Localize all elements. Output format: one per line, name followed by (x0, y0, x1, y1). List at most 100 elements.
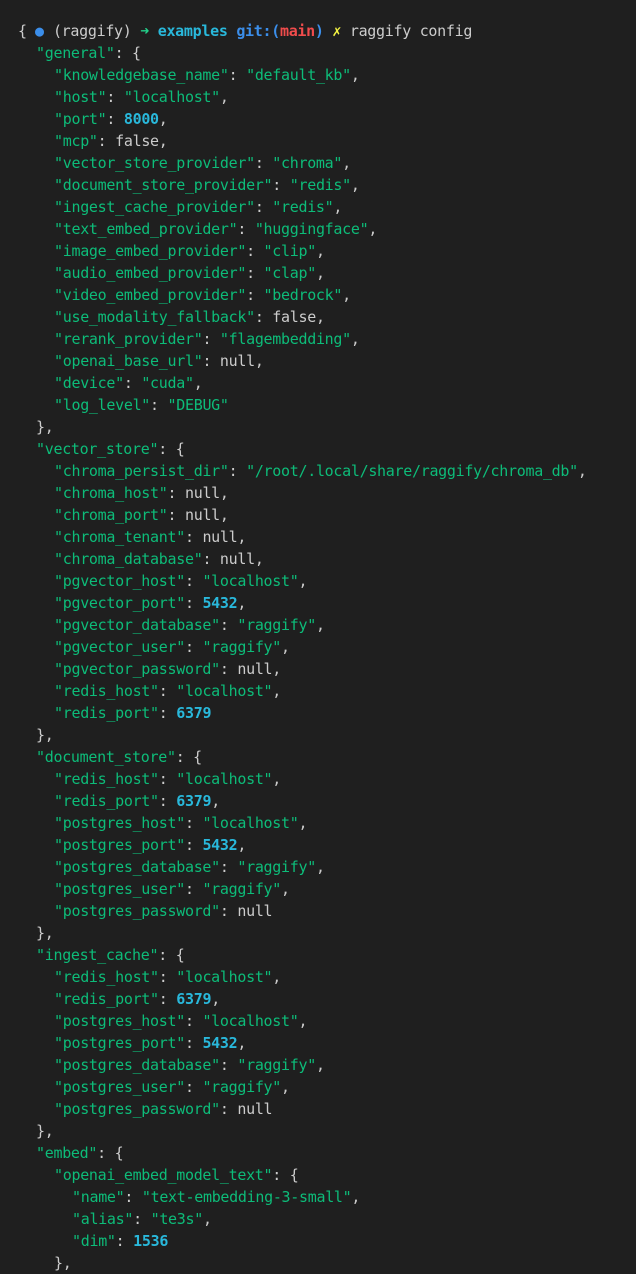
output-line: "postgres_password": null (54, 900, 273, 922)
json-number-value: 6379 (176, 792, 212, 810)
json-comma: , (577, 462, 587, 480)
json-colon: : (202, 352, 220, 370)
json-open-brace: { (132, 44, 141, 62)
json-key: "postgres_database" (54, 1056, 220, 1074)
json-key: "log_level" (54, 396, 151, 414)
json-number-value: 5432 (202, 1034, 238, 1052)
json-key: "pgvector_host" (54, 572, 185, 590)
output-line: "text_embed_provider": "huggingface", (54, 218, 377, 240)
json-colon: : (97, 132, 116, 150)
json-comma: , (333, 198, 343, 216)
json-number-value: 8000 (123, 110, 159, 128)
json-colon: : (246, 286, 264, 304)
json-comma: , (351, 1188, 361, 1206)
json-colon: : (254, 198, 273, 216)
json-key: "openai_base_url" (54, 352, 203, 370)
prompt-line: ● (raggify) ➜ examples git:(main) ✗ raggi… (0, 0, 472, 40)
json-colon: : (114, 44, 133, 62)
json-colon: : (184, 836, 203, 854)
json-colon: : (184, 1034, 203, 1052)
json-key: "redis_host" (54, 770, 159, 788)
json-colon: : (254, 154, 273, 172)
json-string-value: "raggify" (237, 1056, 316, 1074)
json-string-value: "localhost" (176, 770, 273, 788)
json-colon: : (219, 858, 238, 876)
json-string-value: "raggify" (202, 1078, 282, 1096)
json-colon: : (254, 308, 273, 326)
json-key: "chroma_host" (54, 484, 168, 502)
json-literal: null (237, 902, 273, 920)
json-key: "audio_embed_provider" (54, 264, 247, 282)
json-string-value: "redis" (272, 198, 334, 216)
json-colon: : (106, 110, 124, 128)
output-line: "dim": 1536 (72, 1230, 168, 1252)
output-line: "vector_store": { (36, 438, 185, 460)
json-colon: : (175, 748, 194, 766)
json-literal: null (202, 528, 238, 546)
json-comma: , (315, 242, 325, 260)
json-comma: , (281, 1078, 290, 1096)
json-open-brace: { (289, 1166, 299, 1184)
json-colon: : (184, 814, 203, 832)
json-string-value: "/root/.local/share/raggify/chroma_db" (246, 462, 578, 480)
json-colon: : (167, 484, 185, 502)
json-comma: , (298, 1012, 308, 1030)
output-line: }, (54, 1252, 72, 1274)
json-comma: , (281, 880, 290, 898)
json-comma: , (219, 484, 229, 502)
json-colon: : (158, 770, 177, 788)
json-comma: , (237, 1034, 247, 1052)
output-line: "pgvector_password": null, (54, 658, 281, 680)
output-line: "chroma_database": null, (54, 548, 264, 570)
json-comma: , (237, 528, 247, 546)
json-colon: : (202, 550, 220, 568)
output-line: "postgres_port": 5432, (54, 834, 246, 856)
output-line: "host": "localhost", (54, 86, 229, 108)
json-comma: , (237, 836, 247, 854)
json-string-value: "chroma" (272, 154, 343, 172)
json-colon: : (184, 880, 203, 898)
json-string-value: "localhost" (202, 572, 299, 590)
json-colon: : (219, 1056, 238, 1074)
prompt-command[interactable]: raggify config (350, 22, 473, 40)
output-line: "postgres_host": "localhost", (54, 812, 308, 834)
prompt-git-suffix: ) (314, 22, 324, 40)
terminal-window[interactable]: ● (raggify) ➜ examples git:(main) ✗ raggi… (0, 0, 636, 1272)
json-key: "device" (54, 374, 124, 392)
json-key: "chroma_tenant" (54, 528, 185, 546)
output-line: "log_level": "DEBUG" (54, 394, 229, 416)
output-line: "redis_port": 6379, (54, 790, 220, 812)
json-key: "redis_port" (54, 792, 159, 810)
json-string-value: "DEBUG" (167, 396, 229, 414)
output-line: "use_modality_fallback": false, (54, 306, 325, 328)
json-colon: : (158, 792, 177, 810)
json-key: "rerank_provider" (54, 330, 203, 348)
json-comma: , (272, 968, 282, 986)
json-comma: , (44, 1122, 54, 1140)
output-line: }, (36, 922, 54, 944)
json-comma: , (342, 286, 351, 304)
output-line: "general": { (36, 42, 141, 64)
json-open-brace: { (18, 22, 27, 40)
json-string-value: "raggify" (202, 880, 282, 898)
json-key: "document_store_provider" (54, 176, 273, 194)
json-string-value: "clap" (263, 264, 317, 282)
json-key: "host" (54, 88, 107, 106)
json-string-value: "raggify" (237, 858, 316, 876)
json-key: "image_embed_provider" (54, 242, 247, 260)
output-line: "rerank_provider": "flagembedding", (54, 328, 360, 350)
json-colon: : (237, 220, 255, 238)
json-key: "knowledgebase_name" (54, 66, 229, 84)
json-open-brace: { (114, 1144, 124, 1162)
json-comma: , (44, 726, 54, 744)
json-colon: : (219, 1100, 238, 1118)
prompt-dirty-icon: ✗ (332, 22, 342, 40)
output-line: }, (36, 724, 54, 746)
json-colon: : (219, 616, 238, 634)
json-colon: : (228, 66, 247, 84)
json-colon: : (184, 594, 203, 612)
json-comma: , (62, 1254, 72, 1272)
json-colon: : (158, 946, 176, 964)
prompt-directory: examples (157, 22, 228, 40)
json-key: "postgres_host" (54, 1012, 185, 1030)
